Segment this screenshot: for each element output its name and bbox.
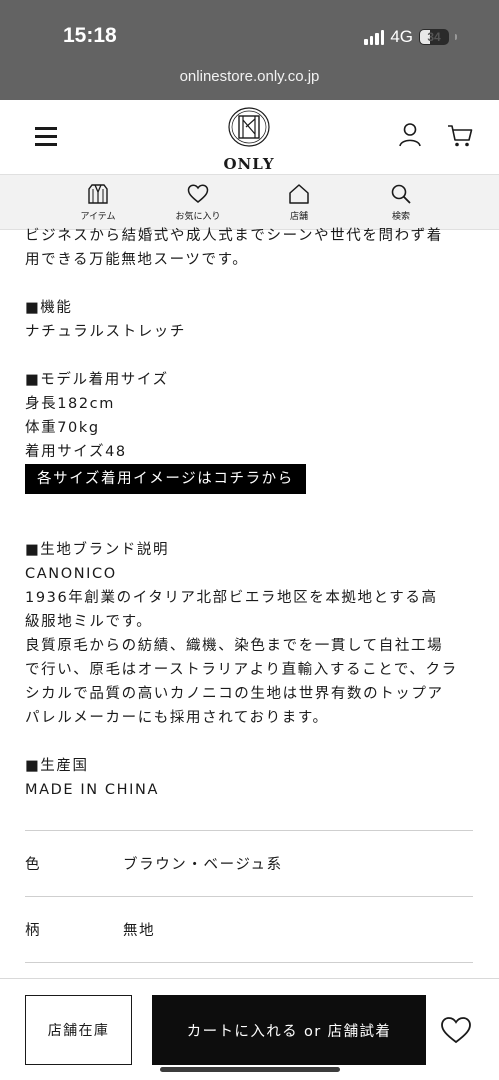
model-size: 着用サイズ48 — [25, 444, 127, 460]
spec-table: 色 ブラウン・ベージュ系 柄 無地 — [25, 830, 473, 963]
description-text: 用できる万能無地スーツです。 — [25, 252, 249, 268]
jacket-icon — [88, 184, 108, 204]
spec-row-color: 色 ブラウン・ベージュ系 — [25, 831, 473, 897]
description-text: ビジネスから結婚式や成人式までシーンや世代を問わず着 — [25, 228, 443, 244]
spec-value: 無地 — [123, 923, 156, 939]
add-to-cart-button[interactable]: カートに入れる or 店舗試着 — [152, 995, 426, 1065]
search-icon — [391, 184, 411, 204]
nav-label: アイテム — [80, 212, 116, 222]
fabric-text: シカルで品質の高いカノニコの生地は世界有数のトップア — [25, 686, 444, 702]
nav-label: お気に入り — [175, 212, 221, 222]
battery-cap — [455, 34, 457, 40]
model-height: 身長182cm — [25, 396, 115, 412]
nav-label: 店舗 — [289, 212, 308, 222]
store-stock-button[interactable]: 店舗在庫 — [25, 995, 132, 1065]
product-description: ビジネスから結婚式や成人式までシーンや世代を問わず着 用できる万能無地スーツです… — [25, 228, 475, 802]
bottom-action-bar: 店舗在庫 カートに入れる or 店舗試着 — [0, 978, 499, 1080]
fabric-text: パレルメーカーにも採用されております。 — [25, 710, 329, 726]
spec-value: ブラウン・ベージュ系 — [123, 857, 283, 873]
nav-item-favorites[interactable]: お気に入り — [163, 183, 233, 222]
logo-emblem-icon — [228, 107, 270, 147]
nav-label: 検索 — [391, 212, 410, 222]
site-logo[interactable]: ONLY — [220, 106, 278, 173]
cart-icon[interactable] — [447, 123, 473, 149]
spec-row-pattern: 柄 無地 — [25, 897, 473, 963]
home-indicator — [160, 1067, 340, 1072]
user-icon[interactable] — [398, 122, 422, 148]
battery-percent: 34 — [427, 30, 441, 44]
fabric-text: で行い、原毛はオーストラリアより直輸入することで、クラ — [25, 662, 458, 678]
nav-bar: アイテム お気に入り 店舗 検索 — [0, 174, 499, 230]
fabric-heading: ■生地ブランド説明 — [25, 542, 170, 558]
fabric-text: 1936年創業のイタリア北部ビエラ地区を本拠地とする高 — [25, 590, 438, 606]
function-heading: ■機能 — [25, 300, 73, 316]
spec-label: 色 — [25, 857, 42, 873]
model-size-heading: ■モデル着用サイズ — [25, 372, 169, 388]
fabric-text: 良質原毛からの紡績、織機、染色までを一貫して自社工場 — [25, 638, 444, 654]
url-bar[interactable]: onlinestore.only.co.jp — [0, 68, 499, 85]
battery-icon: 34 — [419, 29, 449, 45]
hamburger-icon[interactable] — [35, 127, 57, 146]
logo-text: ONLY — [223, 155, 275, 173]
heart-icon[interactable] — [440, 1015, 472, 1045]
nav-item-items[interactable]: アイテム — [63, 183, 133, 222]
status-bar: 15:18 4G 34 onlinestore.only.co.jp — [0, 0, 499, 100]
fabric-brand: CANONICO — [25, 566, 117, 582]
nav-item-stores[interactable]: 店舗 — [264, 183, 334, 222]
nav-item-search[interactable]: 検索 — [366, 183, 436, 222]
function-text: ナチュラルストレッチ — [25, 324, 186, 340]
fabric-text: 級服地ミルです。 — [25, 614, 153, 630]
origin-text: MADE IN CHINA — [25, 782, 159, 798]
signal-icon — [364, 29, 385, 45]
site-header: ONLY — [0, 100, 499, 174]
model-weight: 体重70kg — [25, 420, 100, 436]
size-image-link[interactable]: 各サイズ着用イメージはコチラから — [25, 464, 306, 494]
origin-heading: ■生産国 — [25, 758, 89, 774]
status-time: 15:18 — [63, 24, 117, 47]
heart-icon — [187, 184, 209, 203]
spec-label: 柄 — [25, 923, 42, 939]
network-type: 4G — [390, 27, 413, 46]
status-indicators: 4G 34 — [364, 27, 457, 47]
store-icon — [289, 184, 309, 204]
